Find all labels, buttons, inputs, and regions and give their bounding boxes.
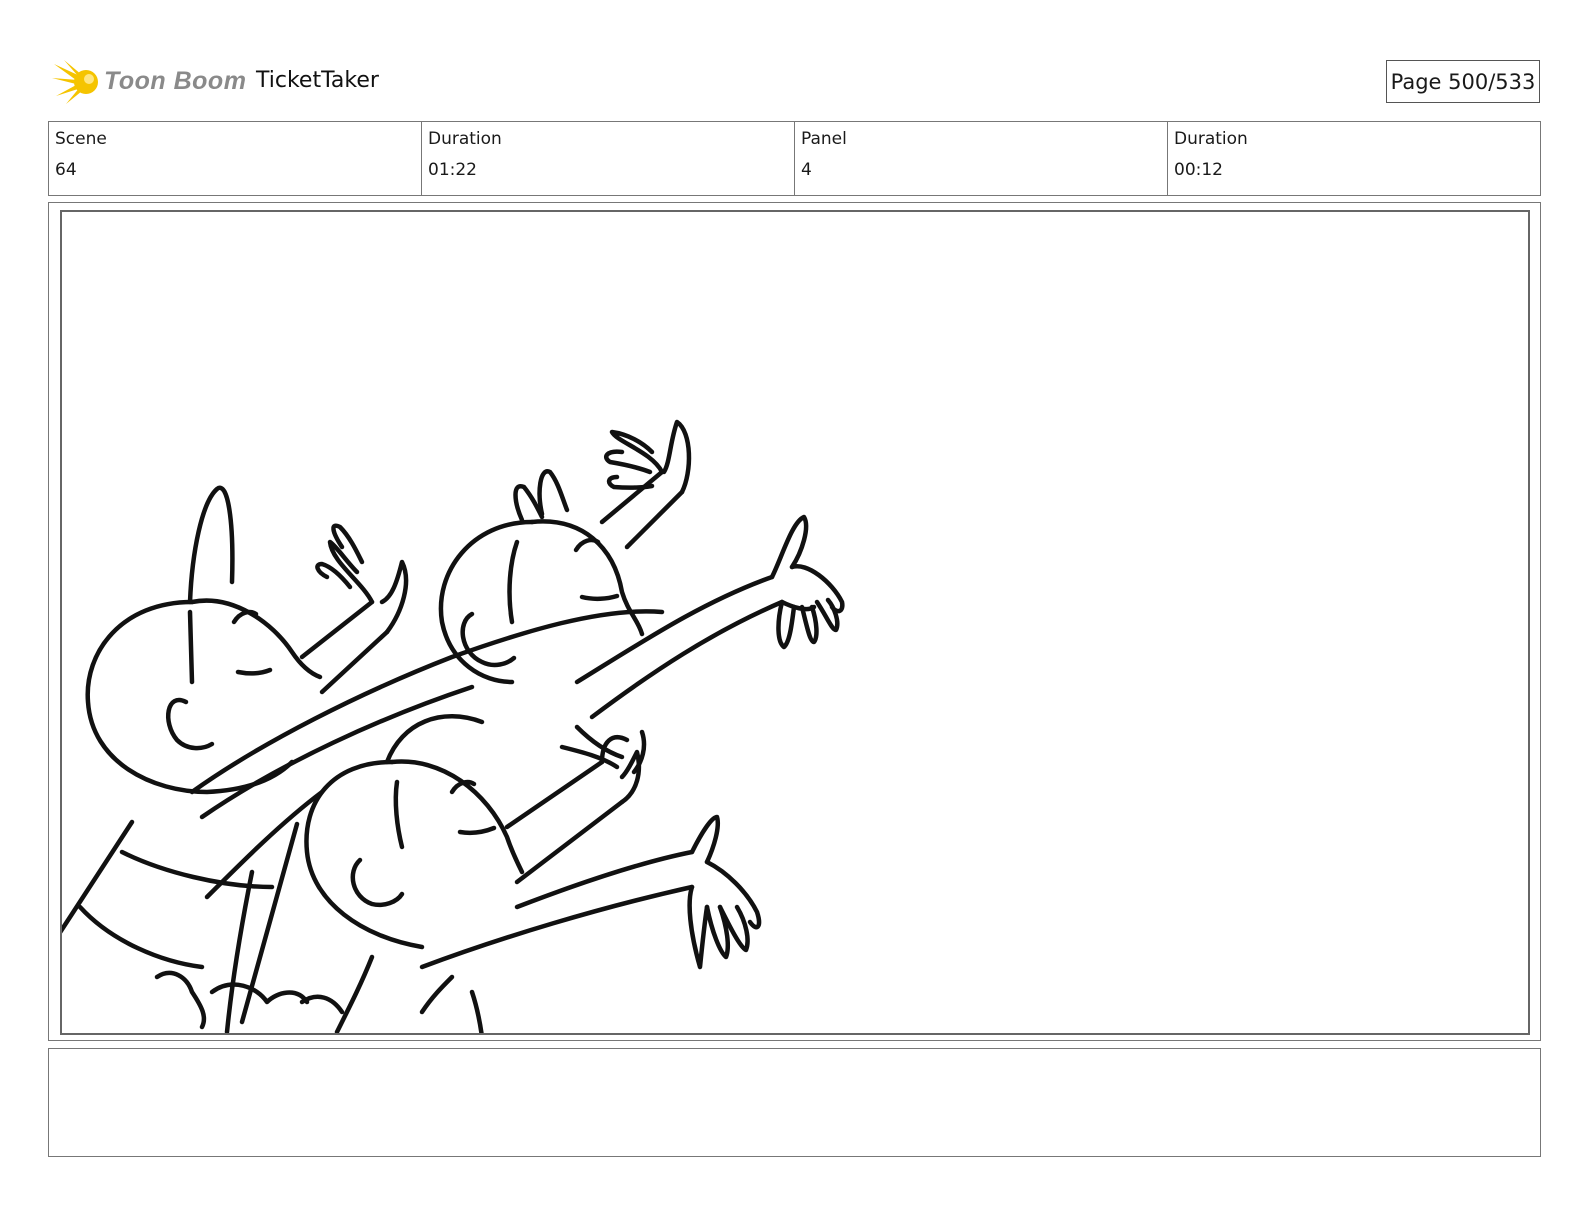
toon-boom-starburst-icon: [52, 60, 98, 104]
toon-boom-logo: Toon Boom: [50, 56, 246, 108]
panel-duration-value: 00:12: [1174, 160, 1223, 180]
panel-duration-label: Duration: [1174, 129, 1248, 149]
scene-cell: Scene 64: [49, 122, 422, 195]
panel-value: 4: [801, 160, 812, 180]
sketch-drawing: [62, 419, 845, 1033]
page-indicator: Page 500/533: [1386, 60, 1540, 103]
scene-duration-cell: Duration 01:22: [422, 122, 795, 195]
storyboard-panel: [60, 210, 1530, 1035]
scene-duration-value: 01:22: [428, 160, 477, 180]
panel-info-table: Scene 64 Duration 01:22 Panel 4 Duration…: [48, 121, 1541, 196]
logo-text: Toon Boom: [104, 67, 247, 95]
project-title: TicketTaker: [256, 68, 379, 93]
panel-cell: Panel 4: [795, 122, 1168, 195]
scene-value: 64: [55, 160, 77, 180]
panel-notes-box: [48, 1048, 1541, 1157]
scene-duration-label: Duration: [428, 129, 502, 149]
panel-duration-cell: Duration 00:12: [1168, 122, 1540, 195]
scene-label: Scene: [55, 129, 107, 149]
panel-label: Panel: [801, 129, 847, 149]
